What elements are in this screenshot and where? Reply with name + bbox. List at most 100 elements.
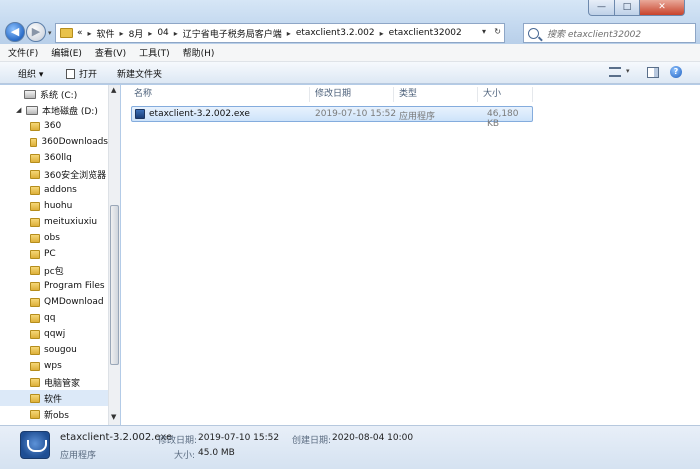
- tree-item-folder[interactable]: 电脑管家: [0, 374, 108, 390]
- tree-item-folder[interactable]: PC: [0, 246, 108, 262]
- search-icon[interactable]: [528, 27, 539, 39]
- column-header-size[interactable]: 大小: [478, 87, 533, 102]
- scrollbar-thumb[interactable]: [110, 205, 119, 365]
- folder-icon: [30, 201, 40, 211]
- tree-item-label: 软件: [44, 394, 63, 405]
- breadcrumb-overflow[interactable]: «: [77, 28, 83, 38]
- breadcrumb-item[interactable]: etaxclient32002: [389, 28, 462, 38]
- tree-item-folder[interactable]: obs: [0, 230, 108, 246]
- column-header-type[interactable]: 类型: [394, 87, 478, 102]
- scroll-up-icon[interactable]: ▲: [111, 86, 116, 94]
- details-size-value: 45.0 MB: [198, 448, 235, 458]
- tree-item-folder[interactable]: qq: [0, 310, 108, 326]
- tree-item-label: addons: [44, 185, 77, 195]
- new-folder-button[interactable]: 新建文件夹: [117, 67, 162, 80]
- back-button[interactable]: ◀: [5, 22, 25, 42]
- tree-item-folder[interactable]: 软件: [0, 390, 108, 406]
- tree-item-drive[interactable]: 系统 (C:): [0, 86, 108, 102]
- chevron-right-icon[interactable]: ▸: [174, 29, 178, 38]
- chevron-right-icon[interactable]: ▸: [148, 29, 152, 38]
- tree-item-label: huohu: [44, 201, 73, 211]
- column-header-name[interactable]: 名称: [129, 87, 310, 102]
- folder-icon: [30, 233, 40, 243]
- recent-pages-dropdown[interactable]: ▾: [48, 29, 52, 37]
- folder-icon: [30, 265, 40, 275]
- help-icon[interactable]: ?: [670, 66, 682, 78]
- folder-icon: [30, 281, 40, 291]
- view-options-dropdown[interactable]: ▾: [626, 67, 630, 75]
- maximize-button[interactable]: □: [614, 0, 640, 16]
- tree-item-label: pc包: [44, 266, 64, 277]
- tree-item-label: QMDownload: [44, 297, 104, 307]
- tree-item-folder[interactable]: Program Files: [0, 278, 108, 294]
- menu-view[interactable]: 查看(V): [95, 46, 126, 59]
- tree-item-label: 360llq: [44, 153, 72, 163]
- open-button[interactable]: 打开: [66, 67, 97, 80]
- breadcrumb-item[interactable]: 8月: [129, 27, 144, 40]
- chevron-right-icon[interactable]: ▸: [88, 29, 92, 38]
- close-button[interactable]: ✕: [639, 0, 685, 16]
- chevron-right-icon[interactable]: ▸: [287, 29, 291, 38]
- tree-item-folder[interactable]: wps: [0, 358, 108, 374]
- drive-icon: [26, 105, 38, 115]
- open-icon: [66, 68, 75, 79]
- tree-item-folder[interactable]: addons: [0, 182, 108, 198]
- folder-icon: [30, 409, 40, 419]
- folder-icon: [30, 121, 40, 131]
- scroll-down-icon[interactable]: ▼: [111, 413, 116, 421]
- column-header-date[interactable]: 修改日期: [310, 87, 394, 102]
- menu-file[interactable]: 文件(F): [8, 46, 38, 59]
- tree-item-folder[interactable]: 360: [0, 118, 108, 134]
- tree-item-folder[interactable]: 360安全浏览器: [0, 166, 108, 182]
- folder-icon: [30, 185, 40, 195]
- preview-pane-icon[interactable]: [647, 67, 659, 78]
- breadcrumb-item[interactable]: etaxclient3.2.002: [296, 28, 375, 38]
- search-placeholder: 搜索 etaxclient32002: [547, 29, 642, 40]
- title-bar: — □ ✕ ◀ ▶ ▾ « ▸ 软件 ▸ 8月 ▸ 04 ▸ 辽宁省电子税务局客…: [0, 0, 700, 44]
- details-pane: etaxclient-3.2.002.exe 应用程序 修改日期: 2019-0…: [0, 425, 700, 469]
- minimize-button[interactable]: —: [588, 0, 615, 16]
- tree-item-folder[interactable]: 360Downloads: [0, 134, 108, 150]
- tree-item-drive[interactable]: ◢ 本地磁盘 (D:): [0, 102, 108, 118]
- tree-item-folder[interactable]: 新obs: [0, 406, 108, 422]
- menu-edit[interactable]: 编辑(E): [51, 46, 82, 59]
- folder-icon: [30, 169, 40, 179]
- tree-item-folder[interactable]: qqwj: [0, 326, 108, 342]
- chevron-right-icon[interactable]: ▸: [120, 29, 124, 38]
- file-name: etaxclient-3.2.002.exe: [149, 109, 250, 119]
- tree-item-label: qq: [44, 313, 56, 323]
- breadcrumb-item[interactable]: 辽宁省电子税务局客户端: [183, 27, 282, 40]
- menu-tools[interactable]: 工具(T): [139, 46, 170, 59]
- tree-item-label: 本地磁盘 (D:): [42, 106, 98, 117]
- refresh-icon[interactable]: ↻: [494, 27, 501, 36]
- tree-item-folder[interactable]: huohu: [0, 198, 108, 214]
- chevron-right-icon[interactable]: ▸: [380, 29, 384, 38]
- address-bar[interactable]: « ▸ 软件 ▸ 8月 ▸ 04 ▸ 辽宁省电子税务局客户端 ▸ etaxcli…: [55, 23, 505, 43]
- change-view-icon[interactable]: [609, 67, 621, 77]
- tree-item-folder[interactable]: sougou: [0, 342, 108, 358]
- tree-item-label: PC: [44, 249, 56, 259]
- search-box[interactable]: 搜索 etaxclient32002: [523, 23, 696, 43]
- expand-arrow-icon[interactable]: ◢: [16, 106, 26, 114]
- forward-button[interactable]: ▶: [26, 22, 46, 42]
- file-list[interactable]: 名称 修改日期 类型 大小 etaxclient-3.2.002.exe 201…: [121, 85, 700, 425]
- breadcrumb-item[interactable]: 04: [157, 28, 168, 38]
- tree-item-folder[interactable]: meituxiuxiu: [0, 214, 108, 230]
- details-size-label: 大小:: [174, 451, 196, 461]
- tree-item-folder[interactable]: QMDownload: [0, 294, 108, 310]
- organize-button[interactable]: 组织 ▾: [18, 67, 43, 80]
- maximize-icon: □: [622, 2, 632, 12]
- tree-item-folder[interactable]: 360llq: [0, 150, 108, 166]
- tree-item-label: Program Files: [44, 281, 105, 291]
- navigation-pane[interactable]: 系统 (C:) ◢ 本地磁盘 (D:) 360 360Downloads 360llq 36…: [0, 85, 120, 425]
- breadcrumb-item[interactable]: 软件: [97, 27, 115, 40]
- navigation-scrollbar[interactable]: ▲ ▼: [108, 85, 120, 425]
- tree-item-folder[interactable]: pc包: [0, 262, 108, 278]
- menu-help[interactable]: 帮助(H): [183, 46, 215, 59]
- file-row[interactable]: etaxclient-3.2.002.exe 2019-07-10 15:52 …: [131, 106, 533, 129]
- folder-icon: [30, 249, 40, 259]
- open-label: 打开: [79, 70, 98, 80]
- address-history-dropdown[interactable]: ▾: [482, 27, 486, 36]
- folder-icon: [60, 28, 73, 38]
- tree-item-label: 360: [44, 121, 62, 131]
